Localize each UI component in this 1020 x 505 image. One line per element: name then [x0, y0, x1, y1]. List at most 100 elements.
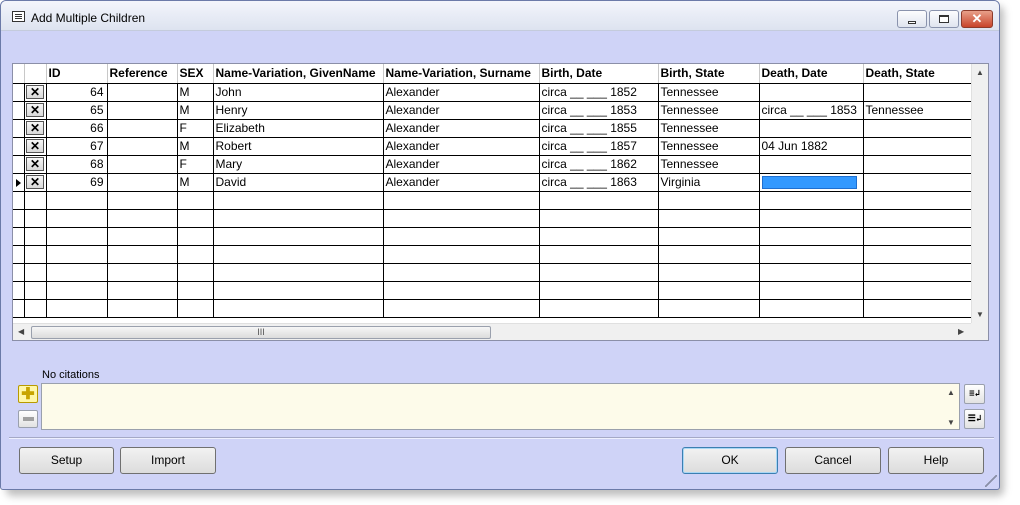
given-name-cell[interactable]: [213, 191, 384, 210]
delete-row-button[interactable]: ✕: [26, 175, 44, 190]
reference-cell[interactable]: [107, 191, 178, 210]
empty-row[interactable]: [13, 245, 972, 264]
death-state-cell[interactable]: [863, 299, 972, 318]
row-indicator[interactable]: [13, 299, 25, 318]
death-state-cell[interactable]: Tennessee: [863, 101, 972, 120]
surname-cell[interactable]: [383, 245, 540, 264]
surname-cell[interactable]: Alexander: [383, 137, 540, 156]
add-citation-button[interactable]: ✚: [18, 385, 38, 403]
birth-state-cell[interactable]: [658, 245, 760, 264]
death-state-cell[interactable]: [863, 191, 972, 210]
sex-cell[interactable]: [177, 191, 214, 210]
death-date-cell[interactable]: [759, 209, 864, 228]
row-indicator[interactable]: [13, 137, 25, 156]
empty-row[interactable]: [13, 209, 972, 228]
birth-date-cell[interactable]: [539, 245, 659, 264]
sex-cell[interactable]: [177, 245, 214, 264]
birth-state-cell[interactable]: [658, 227, 760, 246]
row-indicator[interactable]: [13, 263, 25, 282]
delete-row-button[interactable]: ✕: [26, 103, 44, 118]
given-name-cell[interactable]: [213, 209, 384, 228]
birth-date-cell[interactable]: [539, 209, 659, 228]
column-header-reference[interactable]: Reference: [107, 64, 178, 84]
citations-scrollbar[interactable]: ▲ ▼: [942, 384, 959, 429]
sex-cell[interactable]: F: [177, 119, 214, 138]
given-name-cell[interactable]: [213, 263, 384, 282]
row-indicator[interactable]: [13, 227, 25, 246]
death-state-cell[interactable]: [863, 245, 972, 264]
death-date-cell[interactable]: 04 Jun 1882: [759, 137, 864, 156]
reference-cell[interactable]: [107, 299, 178, 318]
list-citations-button[interactable]: ☰↲: [964, 409, 985, 429]
sex-cell[interactable]: M: [177, 101, 214, 120]
surname-cell[interactable]: [383, 191, 540, 210]
ok-button[interactable]: OK: [682, 447, 778, 474]
death-date-cell[interactable]: [759, 227, 864, 246]
death-date-cell[interactable]: [759, 191, 864, 210]
birth-state-cell[interactable]: [658, 191, 760, 210]
death-date-edit-field[interactable]: [761, 176, 857, 190]
scroll-right-arrow-icon[interactable]: ▶: [958, 327, 964, 336]
id-cell[interactable]: [46, 209, 108, 228]
death-date-cell[interactable]: [759, 299, 864, 318]
birth-state-cell[interactable]: Virginia: [658, 173, 760, 192]
sex-cell[interactable]: [177, 227, 214, 246]
citations-list[interactable]: ▲ ▼: [41, 383, 960, 430]
reference-cell[interactable]: [107, 173, 178, 192]
sex-cell[interactable]: [177, 299, 214, 318]
given-name-cell[interactable]: David: [213, 173, 384, 192]
sex-cell[interactable]: [177, 209, 214, 228]
row-indicator[interactable]: [13, 155, 25, 174]
death-date-cell[interactable]: [759, 263, 864, 282]
given-name-cell[interactable]: [213, 281, 384, 300]
delete-row-button[interactable]: ✕: [26, 85, 44, 100]
column-header-sex[interactable]: SEX: [177, 64, 214, 84]
given-name-cell[interactable]: [213, 245, 384, 264]
sex-cell[interactable]: M: [177, 83, 214, 102]
birth-state-cell[interactable]: Tennessee: [658, 119, 760, 138]
id-cell[interactable]: 64: [46, 83, 108, 102]
death-date-cell[interactable]: [759, 245, 864, 264]
cancel-button[interactable]: Cancel: [785, 447, 881, 474]
death-date-cell-editing[interactable]: [759, 173, 864, 192]
given-name-cell[interactable]: Mary: [213, 155, 384, 174]
sex-cell[interactable]: M: [177, 173, 214, 192]
surname-cell[interactable]: Alexander: [383, 155, 540, 174]
delete-row-button[interactable]: ✕: [26, 139, 44, 154]
reference-cell[interactable]: [107, 227, 178, 246]
id-cell[interactable]: [46, 299, 108, 318]
delete-row-button[interactable]: ✕: [26, 157, 44, 172]
birth-date-cell[interactable]: circa __ ___ 1862: [539, 155, 659, 174]
birth-date-cell[interactable]: circa __ ___ 1855: [539, 119, 659, 138]
birth-date-cell[interactable]: [539, 191, 659, 210]
id-cell[interactable]: 67: [46, 137, 108, 156]
id-cell[interactable]: [46, 191, 108, 210]
horizontal-scroll-thumb[interactable]: III: [31, 326, 491, 339]
birth-date-cell[interactable]: [539, 227, 659, 246]
death-state-cell[interactable]: [863, 281, 972, 300]
empty-row[interactable]: [13, 227, 972, 246]
resize-grip-icon[interactable]: [985, 475, 997, 487]
table-row-current[interactable]: ✕ 69 M David Alexander circa __ ___ 1863…: [13, 173, 972, 192]
id-cell[interactable]: 69: [46, 173, 108, 192]
surname-cell[interactable]: Alexander: [383, 119, 540, 138]
scroll-left-arrow-icon[interactable]: ◀: [18, 327, 24, 336]
empty-row[interactable]: [13, 299, 972, 318]
column-header-birth-state[interactable]: Birth, State: [658, 64, 760, 84]
delete-row-button[interactable]: ✕: [26, 121, 44, 136]
row-indicator[interactable]: [13, 209, 25, 228]
birth-state-cell[interactable]: Tennessee: [658, 83, 760, 102]
reference-cell[interactable]: [107, 83, 178, 102]
table-row[interactable]: ✕ 66 F Elizabeth Alexander circa __ ___ …: [13, 119, 972, 138]
maximize-button[interactable]: [929, 10, 959, 28]
column-header-death-date[interactable]: Death, Date: [759, 64, 864, 84]
birth-state-cell[interactable]: Tennessee: [658, 137, 760, 156]
reference-cell[interactable]: [107, 263, 178, 282]
surname-cell[interactable]: [383, 209, 540, 228]
row-indicator[interactable]: [13, 245, 25, 264]
id-cell[interactable]: [46, 263, 108, 282]
birth-state-cell[interactable]: Tennessee: [658, 155, 760, 174]
birth-date-cell[interactable]: [539, 281, 659, 300]
sex-cell[interactable]: [177, 281, 214, 300]
sex-cell[interactable]: [177, 263, 214, 282]
